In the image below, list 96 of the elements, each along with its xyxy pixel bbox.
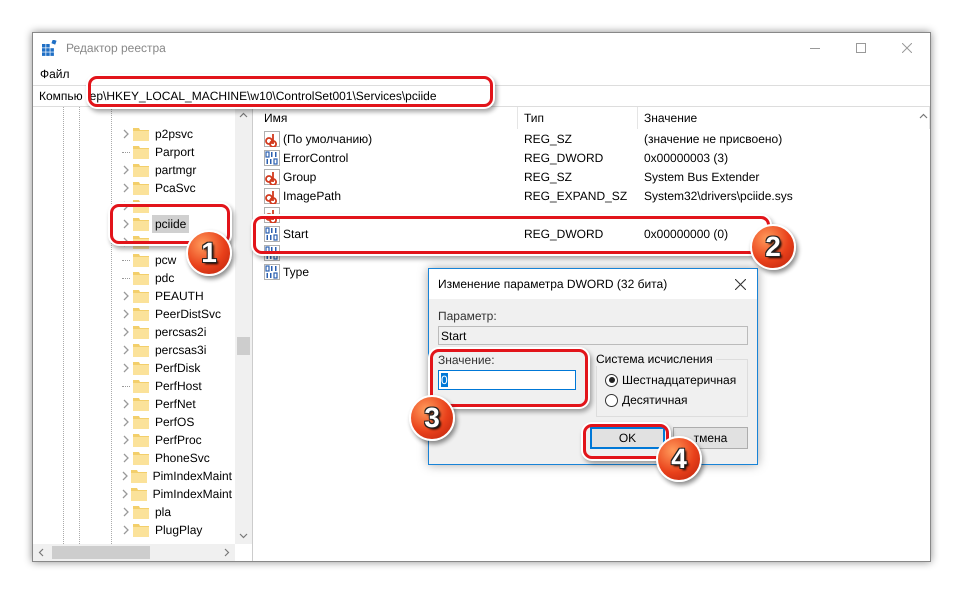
tree-item[interactable]: PerfDisk <box>152 359 204 377</box>
scroll-right-icon <box>224 548 230 557</box>
tree-item[interactable]: PerfProc <box>152 431 205 449</box>
folder-icon <box>133 325 149 339</box>
value-type-cell: REG_EXPAND_SZ <box>524 188 628 202</box>
value-name-cell[interactable]: Start <box>283 226 308 240</box>
tree-item[interactable]: partmgr <box>152 161 200 179</box>
scroll-down-icon <box>239 533 248 539</box>
column-header[interactable]: Значение <box>638 107 930 129</box>
tree-item[interactable]: p2psvc <box>152 125 196 143</box>
dialog-title: Изменение параметра DWORD (32 бита) <box>438 277 668 291</box>
tree-item[interactable]: PerfOS <box>152 413 198 431</box>
tree-item[interactable]: PEAUTH <box>152 287 207 305</box>
parameter-label: Параметр: <box>438 309 498 323</box>
tree-item[interactable]: Parport <box>152 143 198 161</box>
value-name-cell[interactable]: Group <box>283 170 316 184</box>
string-value-icon <box>264 188 280 204</box>
tree-item[interactable]: PeerDistSvc <box>152 305 224 323</box>
folder-icon <box>133 181 149 195</box>
value-type-cell: REG_DWORD <box>524 226 604 240</box>
column-header[interactable]: Имя <box>258 107 518 129</box>
value-type-cell: REG_DWORD <box>524 150 604 164</box>
tree-item[interactable]: PerfHost <box>152 377 205 395</box>
binary-value-icon <box>264 226 280 242</box>
folder-icon <box>133 145 149 159</box>
value-name-cell[interactable]: ErrorControl <box>283 150 348 164</box>
radio-label[interactable]: Десятичная <box>622 393 688 407</box>
folder-icon <box>130 487 147 501</box>
value-input[interactable]: 0 <box>438 370 576 390</box>
folder-icon <box>133 271 149 285</box>
tree-item[interactable]: pcw <box>152 251 180 269</box>
tree-item[interactable]: pla <box>152 503 174 521</box>
menu-item[interactable]: Файл <box>40 67 70 81</box>
horizontal-scrollbar[interactable] <box>33 544 235 561</box>
address-text: ер\HKEY_LOCAL_MACHINE\w10\ControlSet001\Services\pciide <box>90 89 436 103</box>
scroll-up-icon[interactable] <box>918 113 928 119</box>
tree-item[interactable]: PerfNet <box>152 395 199 413</box>
address-bar[interactable]: Компью ер\HKEY_LOCAL_MACHINE\w10\ControlSet001\Services\pciide <box>33 85 930 107</box>
vertical-scrollbar[interactable] <box>235 107 252 544</box>
maximize-icon <box>856 43 866 53</box>
folder-icon <box>133 253 149 267</box>
app-icon <box>42 40 58 56</box>
close-icon[interactable] <box>734 278 746 290</box>
folder-icon <box>133 523 149 537</box>
value-name-cell[interactable]: (По умолчанию) <box>283 132 372 146</box>
value-type-cell: REG_SZ <box>524 170 572 184</box>
tree-item[interactable]: percsas2i <box>152 323 210 341</box>
folder-icon <box>133 433 149 447</box>
parameter-field: Start <box>438 326 748 345</box>
scroll-thumb[interactable] <box>52 546 150 559</box>
binary-value-icon <box>264 150 280 166</box>
radio-label[interactable]: Шестнадцатеричная <box>622 373 736 387</box>
string-value-icon <box>264 130 280 146</box>
scroll-left-icon <box>38 548 44 557</box>
window-title: Редактор реестра <box>66 41 167 55</box>
tree-item[interactable]: PlugPlay <box>152 521 206 539</box>
value-data-cell: (значение не присвоено) <box>644 132 782 146</box>
tree-item[interactable]: PimIndexMaint <box>150 485 235 503</box>
value-data-cell: System Bus Extender <box>644 170 760 184</box>
folder-icon <box>133 217 149 231</box>
folder-icon <box>130 469 147 483</box>
tree-item[interactable]: pdc <box>152 269 178 287</box>
close-icon <box>902 43 912 53</box>
value-label: Значение: <box>438 353 496 367</box>
tree-item[interactable]: pciide <box>152 215 190 233</box>
folder-icon <box>133 343 149 357</box>
folder-icon <box>133 379 149 393</box>
folder-icon <box>133 397 149 411</box>
dialog-button[interactable]: OK <box>590 427 665 449</box>
folder-icon <box>133 289 149 303</box>
tree-item[interactable]: PcaSvc <box>152 179 199 197</box>
address-text: Компью <box>39 89 83 103</box>
column-header[interactable]: Тип <box>518 107 638 129</box>
folder-icon <box>133 361 149 375</box>
folder-icon <box>133 307 149 321</box>
value-type-cell: REG_SZ <box>524 132 572 146</box>
string-value-icon <box>264 168 280 184</box>
radio-button[interactable] <box>605 374 618 386</box>
scroll-thumb[interactable] <box>237 337 250 355</box>
value-name-cell[interactable]: ImagePath <box>283 188 342 202</box>
radio-button[interactable] <box>605 394 618 406</box>
value-data-cell: 0x00000003 (3) <box>644 150 728 164</box>
tree-item[interactable]: percsas3i <box>152 341 210 359</box>
tree-item[interactable]: PimIndexMaint <box>150 467 235 485</box>
scroll-up-icon <box>239 112 248 118</box>
group-label: Система исчисления <box>593 352 716 366</box>
value-data-cell: 0x00000000 (0) <box>644 226 728 240</box>
folder-icon <box>133 127 149 141</box>
folder-icon <box>133 415 149 429</box>
folder-icon <box>133 505 149 519</box>
tree-item[interactable]: PhoneSvc <box>152 449 213 467</box>
binary-value-icon <box>264 264 280 280</box>
value-data-cell: System32\drivers\pciide.sys <box>644 188 793 202</box>
folder-icon <box>133 163 149 177</box>
folder-icon <box>133 451 149 465</box>
value-name-cell[interactable]: Type <box>283 264 310 278</box>
